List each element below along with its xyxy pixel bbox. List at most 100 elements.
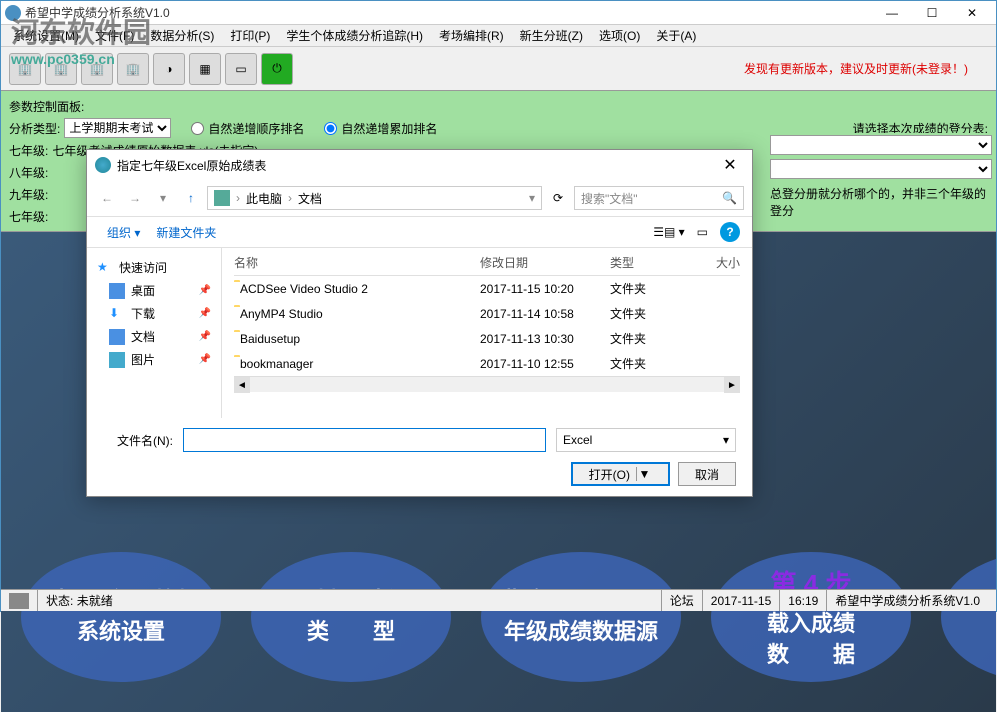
tool-btn-7[interactable]: ▭ xyxy=(225,53,257,85)
tool-btn-6[interactable]: ▦ xyxy=(189,53,221,85)
filename-label: 文件名(N): xyxy=(103,432,173,449)
nav-forward-button[interactable]: → xyxy=(123,186,147,210)
grade7-label: 七年级: xyxy=(9,142,48,159)
new-folder-button[interactable]: 新建文件夹 xyxy=(148,220,224,245)
right-combo-2[interactable] xyxy=(770,159,992,179)
pin-icon: 📌 xyxy=(199,354,211,365)
step-1-panel[interactable]: 科目、任课教师 系统设置 xyxy=(21,552,221,682)
param-title: 参数控制面板: xyxy=(9,98,84,115)
menu-exam[interactable]: 考场编排(R) xyxy=(431,25,512,46)
window-controls: — ☐ ✕ xyxy=(872,1,992,25)
pc-icon xyxy=(214,190,230,206)
file-row[interactable]: AnyMP4 Studio 2017-11-14 10:58 文件夹 xyxy=(234,301,740,326)
nav-back-button[interactable]: ← xyxy=(95,186,119,210)
menu-system[interactable]: 系统设置(M) xyxy=(5,25,87,46)
open-dropdown[interactable]: ▼ xyxy=(636,467,652,481)
menubar: 系统设置(M) 文件(F) 数据分析(S) 打印(P) 学生个体成绩分析追踪(H… xyxy=(1,25,996,47)
col-name[interactable]: 名称 xyxy=(234,254,480,271)
dialog-sidebar: ★ 快速访问 桌面 📌 ⬇ 下载 📌 文档 📌 xyxy=(87,248,222,418)
dialog-body: ★ 快速访问 桌面 📌 ⬇ 下载 📌 文档 📌 xyxy=(87,248,752,418)
right-combo-1[interactable] xyxy=(770,135,992,155)
menu-about[interactable]: 关于(A) xyxy=(648,25,704,46)
filetype-combo[interactable]: Excel ▾ xyxy=(556,428,736,452)
right-panel: 总登分册就分析哪个的，并非三个年级的登分 xyxy=(766,97,996,223)
radio-natural-accum[interactable]: 自然递增累加排名 xyxy=(324,120,437,137)
dialog-titlebar: 指定七年级Excel原始成绩表 ✕ xyxy=(87,150,752,180)
preview-button[interactable]: ▭ xyxy=(697,225,708,239)
dialog-icon xyxy=(95,157,111,173)
analysis-type-label: 分析类型: xyxy=(9,120,60,137)
update-notice: 发现有更新版本，建议及时更新(未登录！) xyxy=(744,60,988,77)
breadcrumb-pc[interactable]: 此电脑 xyxy=(246,190,282,207)
tool-btn-4[interactable]: 🏢 xyxy=(117,53,149,85)
pin-icon: 📌 xyxy=(199,285,211,296)
file-row[interactable]: ACDSee Video Studio 2 2017-11-15 10:20 文… xyxy=(234,276,740,301)
tool-btn-power[interactable]: ⏻ xyxy=(261,53,293,85)
horizontal-scrollbar[interactable]: ◄ ► xyxy=(234,376,740,392)
menu-options[interactable]: 选项(O) xyxy=(591,25,648,46)
breadcrumb[interactable]: › 此电脑 › 文档 ▾ xyxy=(207,186,542,210)
close-button[interactable]: ✕ xyxy=(952,1,992,25)
filename-input[interactable] xyxy=(183,428,546,452)
step-4-panel[interactable]: 第 4 步 载入成绩 数 据 xyxy=(711,552,911,682)
help-button[interactable]: ? xyxy=(720,222,740,242)
step-5-panel[interactable]: 第 5 步 xyxy=(941,552,996,682)
search-input[interactable]: 搜索"文档" 🔍 xyxy=(574,186,744,210)
dialog-close-button[interactable]: ✕ xyxy=(716,153,744,177)
desktop-icon xyxy=(109,283,125,299)
analysis-type-combo[interactable]: 上学期期末考试 xyxy=(64,118,171,138)
view-mode-button[interactable]: ☰▤ ▾ xyxy=(653,225,684,239)
file-row[interactable]: bookmanager 2017-11-10 12:55 文件夹 xyxy=(234,351,740,376)
search-icon: 🔍 xyxy=(722,191,737,205)
nav-refresh-button[interactable]: ⟳ xyxy=(546,186,570,210)
sidebar-documents[interactable]: 文档 📌 xyxy=(91,325,217,348)
right-note: 总登分册就分析哪个的，并非三个年级的登分 xyxy=(766,181,996,223)
status-date: 2017-11-15 xyxy=(702,590,780,611)
star-icon: ★ xyxy=(97,260,113,276)
file-row[interactable]: Baidusetup 2017-11-13 10:30 文件夹 xyxy=(234,326,740,351)
file-list-header: 名称 修改日期 类型 大小 xyxy=(234,254,740,276)
breadcrumb-folder[interactable]: 文档 xyxy=(298,190,322,207)
tool-btn-3[interactable]: 🏢 xyxy=(81,53,113,85)
step-2-panel[interactable]: 选择分析 类 型 xyxy=(251,552,451,682)
tool-btn-2[interactable]: 🏢 xyxy=(45,53,77,85)
window-title: 希望中学成绩分析系统V1.0 xyxy=(25,4,872,21)
col-type[interactable]: 类型 xyxy=(610,254,690,271)
menu-class[interactable]: 新生分班(Z) xyxy=(512,25,591,46)
dialog-title: 指定七年级Excel原始成绩表 xyxy=(117,157,716,174)
menu-data[interactable]: 数据分析(S) xyxy=(142,25,222,46)
radio-natural-order[interactable]: 自然递增顺序排名 xyxy=(191,120,304,137)
col-size[interactable]: 大小 xyxy=(690,254,740,271)
sidebar-quick-access[interactable]: ★ 快速访问 xyxy=(91,256,217,279)
radio-group: 自然递增顺序排名 自然递增累加排名 xyxy=(191,120,457,137)
titlebar: 希望中学成绩分析系统V1.0 — ☐ ✕ xyxy=(1,1,996,25)
maximize-button[interactable]: ☐ xyxy=(912,1,952,25)
file-open-dialog: 指定七年级Excel原始成绩表 ✕ ← → ▾ ↑ › 此电脑 › 文档 ▾ ⟳… xyxy=(86,149,753,497)
sidebar-pictures[interactable]: 图片 📌 xyxy=(91,348,217,371)
sidebar-download[interactable]: ⬇ 下载 📌 xyxy=(91,302,217,325)
documents-icon xyxy=(109,329,125,345)
pin-icon: 📌 xyxy=(199,331,211,342)
grade7b-label: 七年级: xyxy=(9,208,48,225)
nav-dropdown-button[interactable]: ▾ xyxy=(151,186,175,210)
status-text: 状态: 未就绪 xyxy=(37,590,121,611)
menu-file[interactable]: 文件(F) xyxy=(87,25,142,46)
sidebar-desktop[interactable]: 桌面 📌 xyxy=(91,279,217,302)
status-app: 希望中学成绩分析系统V1.0 xyxy=(826,590,988,611)
grade9-label: 九年级: xyxy=(9,186,48,203)
menu-print[interactable]: 打印(P) xyxy=(222,25,278,46)
step-3-panel[interactable]: 指定七、八、九 年级成绩数据源 xyxy=(481,552,681,682)
col-date[interactable]: 修改日期 xyxy=(480,254,610,271)
nav-up-button[interactable]: ↑ xyxy=(179,186,203,210)
download-icon: ⬇ xyxy=(109,306,125,322)
minimize-button[interactable]: — xyxy=(872,1,912,25)
tool-btn-1[interactable]: 🏢 xyxy=(9,53,41,85)
organize-button[interactable]: 组织 ▾ xyxy=(99,220,148,245)
menu-student[interactable]: 学生个体成绩分析追踪(H) xyxy=(278,25,431,46)
tool-btn-5[interactable]: ◑ xyxy=(153,53,185,85)
cancel-button[interactable]: 取消 xyxy=(678,462,736,486)
status-forum[interactable]: 论坛 xyxy=(661,590,702,611)
open-button[interactable]: 打开(O) ▼ xyxy=(571,462,670,486)
dialog-toolbar: 组织 ▾ 新建文件夹 ☰▤ ▾ ▭ ? xyxy=(87,216,752,248)
toolbar: 🏢 🏢 🏢 🏢 ◑ ▦ ▭ ⏻ 发现有更新版本，建议及时更新(未登录！) xyxy=(1,47,996,91)
